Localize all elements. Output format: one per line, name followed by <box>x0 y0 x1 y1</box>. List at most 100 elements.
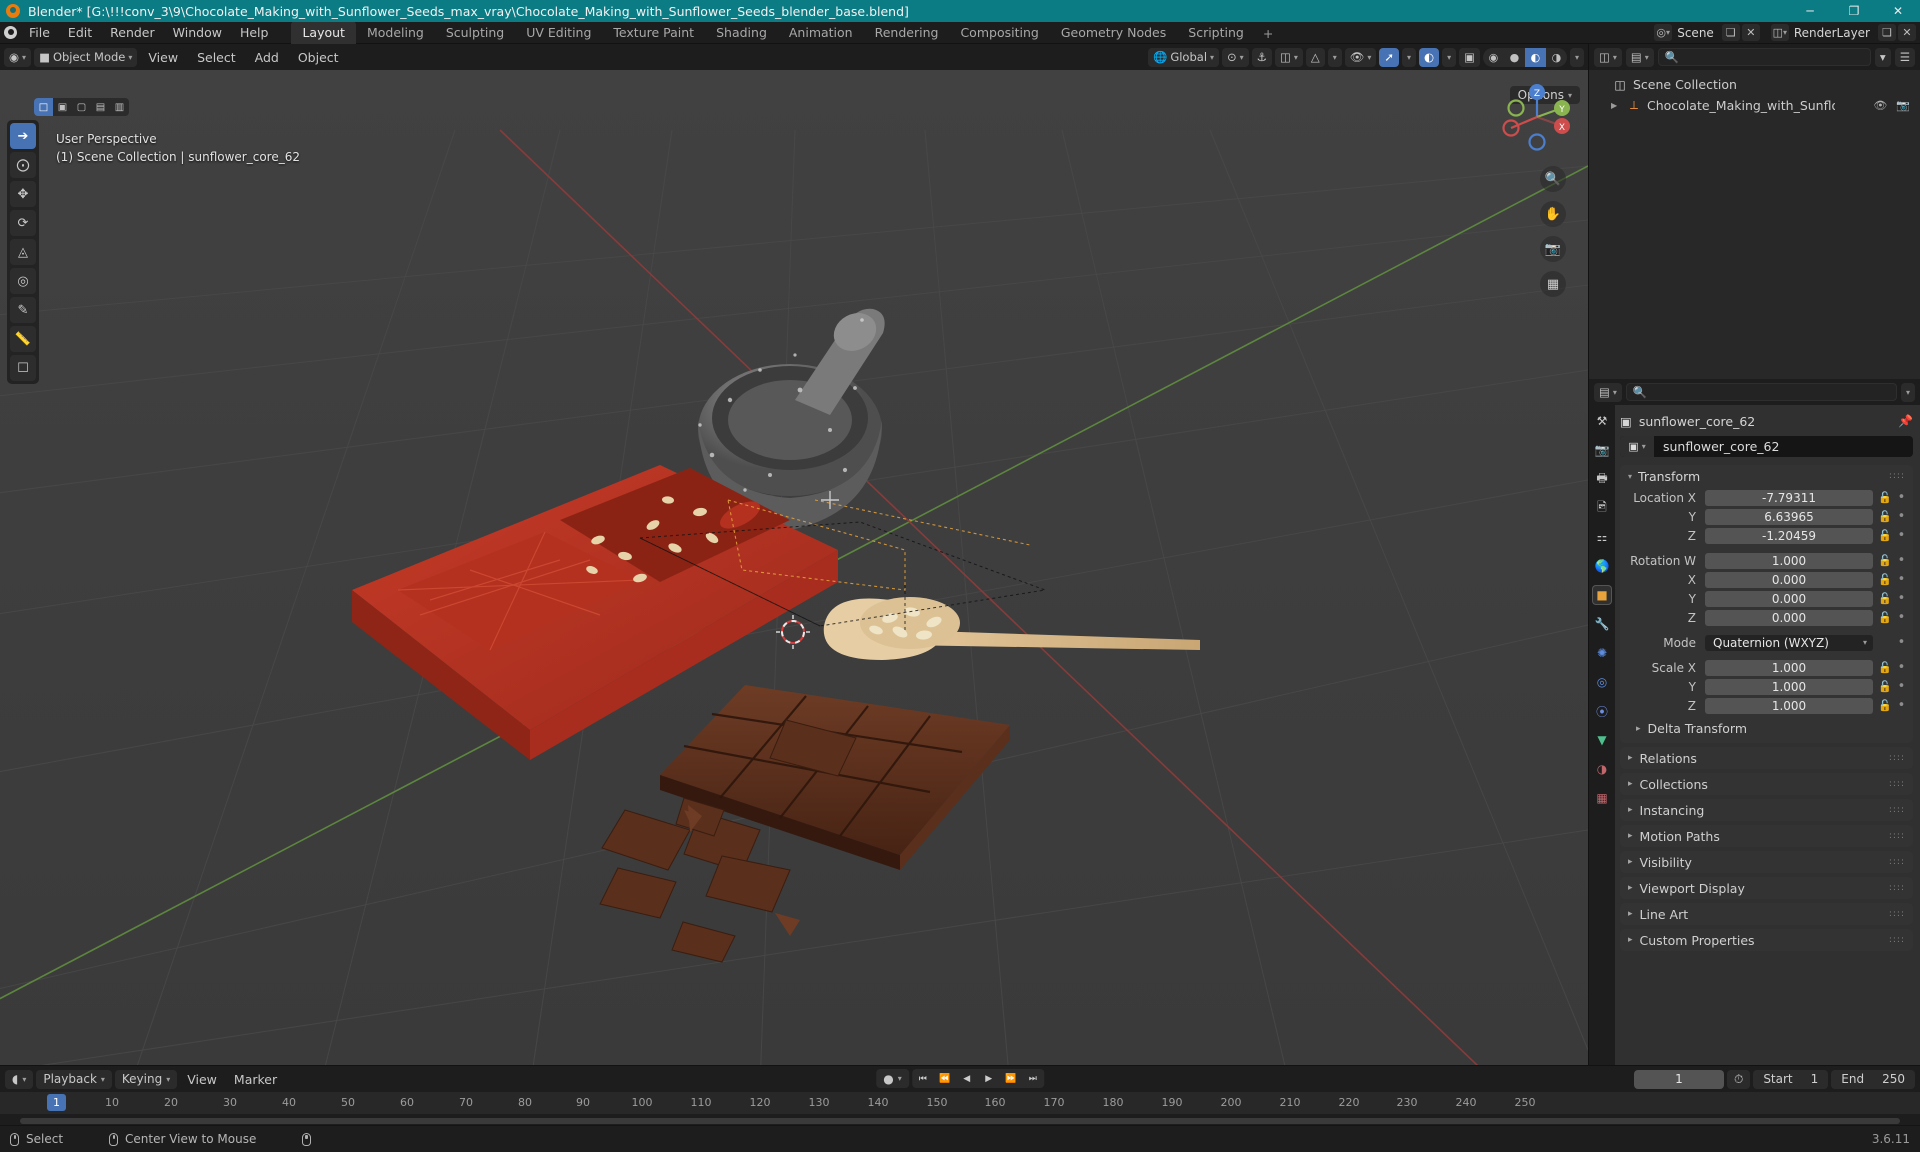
material-tab[interactable]: ◑ <box>1592 759 1612 779</box>
overlays-icon[interactable]: ◐ <box>1419 47 1440 67</box>
drag-grip-icon[interactable]: :::: <box>1889 909 1905 919</box>
lock-icon[interactable]: 🔓 <box>1878 699 1892 712</box>
viewport-menu-add[interactable]: Add <box>247 48 287 67</box>
remove-view-layer-icon[interactable]: ✕ <box>1898 24 1916 41</box>
drag-grip-icon[interactable]: :::: <box>1889 779 1905 789</box>
tab-rendering[interactable]: Rendering <box>864 21 950 44</box>
tab-texture-paint[interactable]: Texture Paint <box>602 21 705 44</box>
panel-viewport-display[interactable]: ▸ Viewport Display :::: <box>1620 877 1913 899</box>
view-layer-name-field[interactable]: RenderLayer <box>1791 26 1876 40</box>
view-layer-browse-icon[interactable]: ◫ ▾ <box>1770 24 1789 41</box>
select-intersect-icon[interactable]: ▥ <box>110 98 129 116</box>
viewport-menu-select[interactable]: Select <box>189 48 244 67</box>
menu-window[interactable]: Window <box>164 22 231 43</box>
shading-rendered-icon[interactable]: ◑ <box>1546 48 1567 67</box>
lock-icon[interactable]: 🔓 <box>1878 573 1892 586</box>
menu-edit[interactable]: Edit <box>59 22 101 43</box>
lock-icon[interactable]: 🔓 <box>1878 510 1892 523</box>
value-scale-y[interactable]: 1.000 <box>1705 678 1873 695</box>
tab-animation[interactable]: Animation <box>778 21 864 44</box>
menu-file[interactable]: File <box>20 22 59 43</box>
expand-triangle-icon[interactable]: ▶ <box>1611 101 1621 110</box>
tab-shading[interactable]: Shading <box>705 21 778 44</box>
modifiers-tab[interactable]: 🔧 <box>1592 614 1612 634</box>
value-rotation-mode[interactable]: Quaternion (WXYZ) ▾ <box>1705 634 1873 651</box>
timeline-ruler[interactable]: 1 10 20 30 40 50 60 70 80 90 100 110 120… <box>0 1092 1920 1114</box>
proportional-editing-icon[interactable]: △ <box>1305 47 1325 67</box>
animate-dot-icon[interactable]: • <box>1896 591 1907 606</box>
value-rotation-z[interactable]: 0.000 <box>1705 609 1873 626</box>
snap-magnet-icon[interactable]: ⚓ <box>1251 47 1272 67</box>
animate-dot-icon[interactable]: • <box>1896 528 1907 543</box>
menu-help[interactable]: Help <box>231 22 278 43</box>
toggle-ortho-icon[interactable]: ▦ <box>1540 271 1566 297</box>
pin-icon[interactable]: 📌 <box>1898 414 1913 428</box>
value-scale-z[interactable]: 1.000 <box>1705 697 1873 714</box>
lock-icon[interactable]: 🔓 <box>1878 661 1892 674</box>
tab-sculpting[interactable]: Sculpting <box>435 21 515 44</box>
gizmos-icon[interactable]: ➚ <box>1379 47 1400 67</box>
animate-dot-icon[interactable]: • <box>1896 490 1907 505</box>
viewport-menu-object[interactable]: Object <box>290 48 347 67</box>
scene-browse-icon[interactable]: ◎ ▾ <box>1654 24 1673 41</box>
annotate-tool[interactable]: ✎ <box>10 297 36 323</box>
navigation-gizmo[interactable]: Z Y X <box>1498 78 1576 156</box>
overlays-dropdown[interactable]: ▾ <box>1442 47 1457 67</box>
current-frame-field[interactable]: 1 <box>1633 1069 1724 1089</box>
object-data-tab[interactable]: ▼ <box>1592 730 1612 750</box>
select-invert-icon[interactable]: ▤ <box>91 98 110 116</box>
world-tab[interactable]: 🌎 <box>1592 556 1612 576</box>
tweak-select-tool[interactable]: ➔ <box>10 123 36 149</box>
playhead[interactable]: 1 <box>47 1094 66 1111</box>
shading-material-preview-icon[interactable]: ◐ <box>1524 47 1546 67</box>
value-rotation-y[interactable]: 0.000 <box>1705 590 1873 607</box>
transform-orientation-dropdown[interactable]: 🌐 Global ▾ <box>1148 47 1220 67</box>
properties-search-input[interactable]: 🔍 <box>1625 383 1897 401</box>
xray-toggle-icon[interactable]: ▣ <box>1459 47 1480 67</box>
playback-dropdown[interactable]: Playback ▾ <box>36 1069 112 1089</box>
add-cube-tool[interactable]: ☐ <box>10 355 36 381</box>
snap-to-dropdown[interactable]: ◫ ▾ <box>1275 47 1303 67</box>
delta-transform-subpanel[interactable]: ▸ Delta Transform <box>1626 721 1907 736</box>
select-subtract-icon[interactable]: ▢ <box>72 98 91 116</box>
drag-grip-icon[interactable]: :::: <box>1889 935 1905 945</box>
tab-compositing[interactable]: Compositing <box>949 21 1049 44</box>
transform-panel-header[interactable]: ▾ Transform :::: <box>1620 465 1913 487</box>
properties-editor-type-icon[interactable]: ▤ ▾ <box>1594 382 1622 402</box>
frame-range-field[interactable]: Start 1 <box>1753 1069 1829 1089</box>
tab-layout[interactable]: Layout <box>291 20 356 44</box>
panel-custom-properties[interactable]: ▸ Custom Properties :::: <box>1620 929 1913 951</box>
lock-icon[interactable]: 🔓 <box>1878 554 1892 567</box>
cursor-tool[interactable]: ⨀ <box>10 152 36 178</box>
tab-geometry-nodes[interactable]: Geometry Nodes <box>1050 21 1177 44</box>
keying-dropdown[interactable]: Keying ▾ <box>114 1069 178 1089</box>
value-location-y[interactable]: 6.63965 <box>1705 508 1873 525</box>
shading-dropdown[interactable]: ▾ <box>1569 47 1584 67</box>
unlink-scene-icon[interactable]: ✕ <box>1741 24 1760 41</box>
lock-icon[interactable]: 🔓 <box>1878 491 1892 504</box>
lock-icon[interactable]: 🔓 <box>1878 611 1892 624</box>
output-tab[interactable]: 🖶 <box>1592 469 1612 489</box>
drag-grip-icon[interactable]: :::: <box>1889 753 1905 763</box>
select-extend-icon[interactable]: ▣ <box>53 98 72 116</box>
animate-dot-icon[interactable]: • <box>1896 660 1907 675</box>
value-location-x[interactable]: -7.79311 <box>1705 489 1873 506</box>
scene-tab[interactable]: ⚏ <box>1592 527 1612 547</box>
auto-keying-icon[interactable]: ● ▾ <box>876 1069 909 1088</box>
rotate-tool[interactable]: ⟳ <box>10 210 36 236</box>
timeline-menu-view[interactable]: View <box>180 1070 224 1089</box>
object-name-field[interactable]: ▣ ▾ sunflower_core_62 <box>1620 436 1913 457</box>
camera-render-icon[interactable]: 📷 <box>1896 99 1910 112</box>
object-tab[interactable]: ■ <box>1592 585 1612 605</box>
drag-grip-icon[interactable]: :::: <box>1889 471 1905 481</box>
close-button[interactable]: ✕ <box>1876 0 1920 22</box>
scene-name-field[interactable]: Scene <box>1674 26 1720 40</box>
animate-dot-icon[interactable]: • <box>1896 635 1907 650</box>
outliner-editor-type-icon[interactable]: ◫ ▾ <box>1594 47 1622 67</box>
new-view-layer-icon[interactable]: ❏ <box>1878 24 1896 41</box>
panel-visibility[interactable]: ▸ Visibility :::: <box>1620 851 1913 873</box>
constraints-tab[interactable]: ⦿ <box>1592 701 1612 721</box>
panel-line-art[interactable]: ▸ Line Art :::: <box>1620 903 1913 925</box>
outliner-row-object-collection[interactable]: ▶ ⟂ Chocolate_Making_with_Sunflower_See … <box>1589 95 1920 116</box>
value-rotation-w[interactable]: 1.000 <box>1705 552 1873 569</box>
